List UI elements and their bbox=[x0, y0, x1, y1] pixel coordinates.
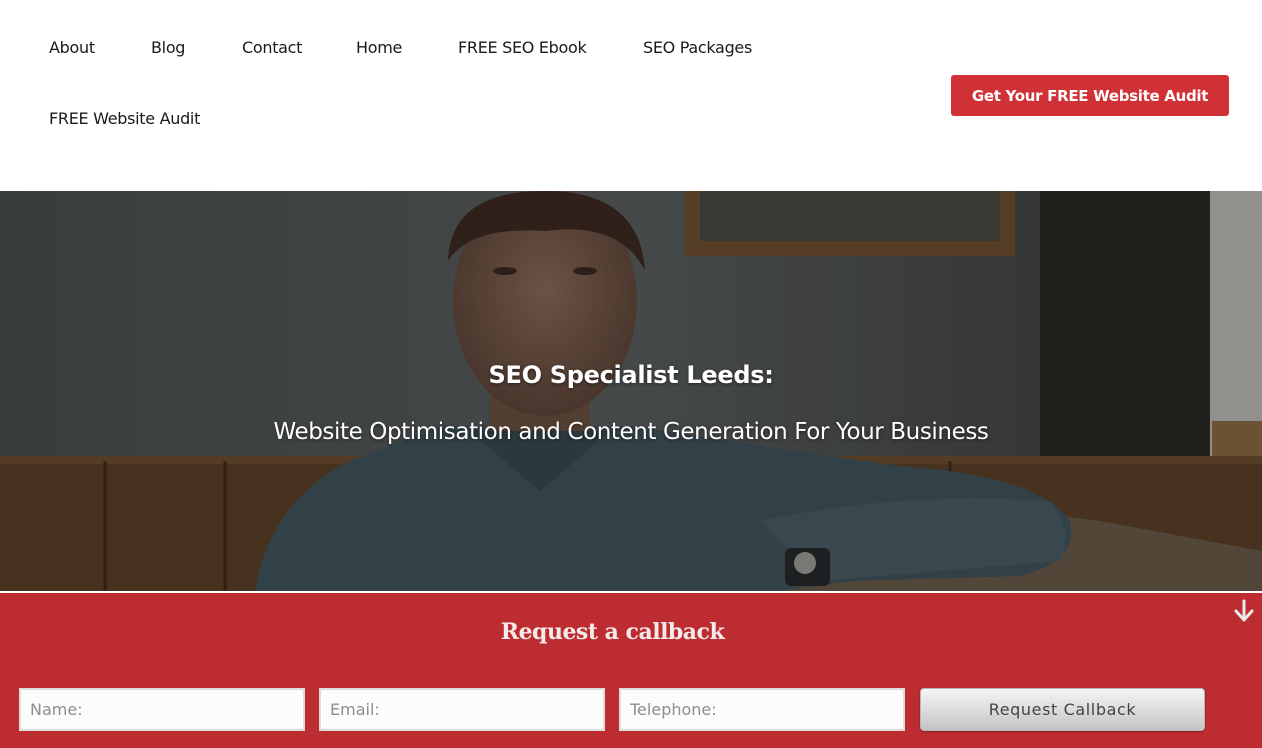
nav-item-contact[interactable]: Contact bbox=[242, 38, 302, 57]
name-input[interactable] bbox=[19, 688, 305, 731]
email-input[interactable] bbox=[319, 688, 605, 731]
hero-banner: SEO Specialist Leeds: Website Optimisati… bbox=[0, 191, 1262, 591]
nav-item-home[interactable]: Home bbox=[356, 38, 402, 57]
nav-item-seo-packages[interactable]: SEO Packages bbox=[643, 38, 752, 57]
nav-item-free-seo-ebook[interactable]: FREE SEO Ebook bbox=[458, 38, 587, 57]
nav-item-blog[interactable]: Blog bbox=[151, 38, 185, 57]
arrow-down-icon[interactable] bbox=[1232, 599, 1256, 625]
hero-subtitle: Website Optimisation and Content Generat… bbox=[273, 419, 989, 445]
nav-item-free-website-audit[interactable]: FREE Website Audit bbox=[49, 109, 200, 128]
hero-overlay bbox=[0, 191, 1262, 591]
get-free-audit-button[interactable]: Get Your FREE Website Audit bbox=[951, 75, 1229, 116]
callback-title: Request a callback bbox=[500, 619, 725, 645]
telephone-input[interactable] bbox=[619, 688, 905, 731]
request-callback-button[interactable]: Request Callback bbox=[920, 688, 1205, 731]
nav-item-about[interactable]: About bbox=[49, 38, 95, 57]
hero-title: SEO Specialist Leeds: bbox=[488, 361, 774, 389]
callback-bar: Request a callback Request Callback bbox=[0, 593, 1262, 748]
site-header: About Blog Contact Home FREE SEO Ebook S… bbox=[0, 0, 1262, 191]
